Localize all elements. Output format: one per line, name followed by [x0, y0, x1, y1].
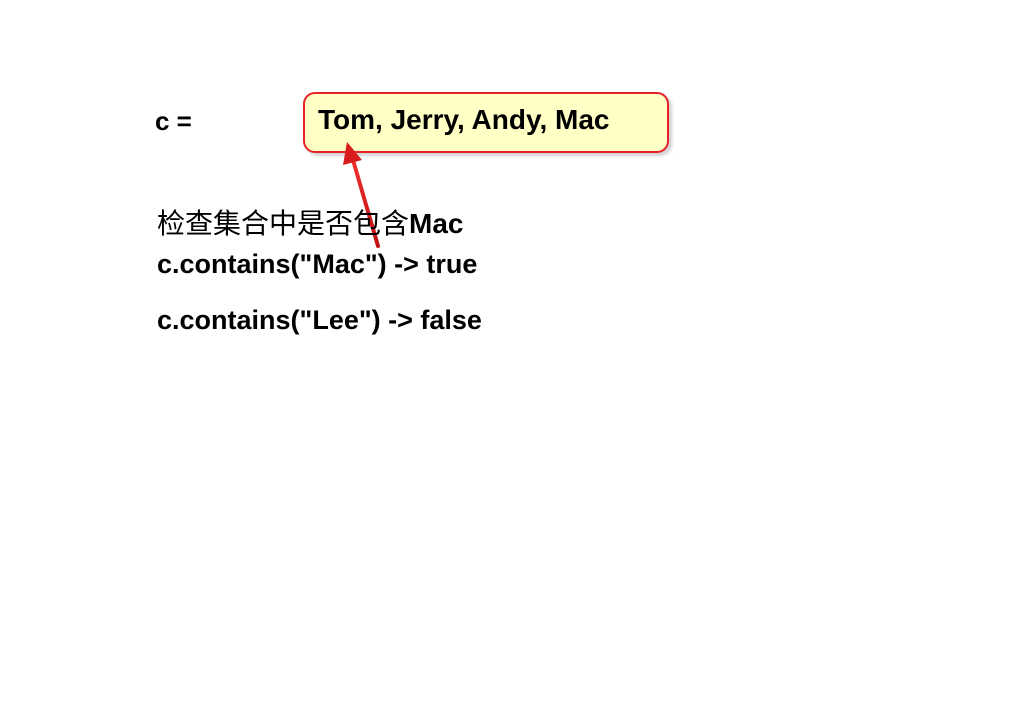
slide-canvas: c = Tom, Jerry, Andy, Mac 检查集合中是否包含Mac c… — [0, 0, 1024, 728]
code-line-contains-lee: c.contains("Lee") -> false — [157, 305, 482, 335]
variable-label: c = — [155, 106, 192, 136]
caption: 检查集合中是否包含Mac — [157, 202, 463, 242]
caption-mac-text: Mac — [409, 208, 464, 239]
code-line-contains-mac: c.contains("Mac") -> true — [157, 249, 478, 279]
collection-box: Tom, Jerry, Andy, Mac — [303, 92, 669, 153]
collection-items-text: Tom, Jerry, Andy, Mac — [318, 104, 610, 135]
caption-cjk-text: 检查集合中是否包含 — [157, 208, 410, 239]
